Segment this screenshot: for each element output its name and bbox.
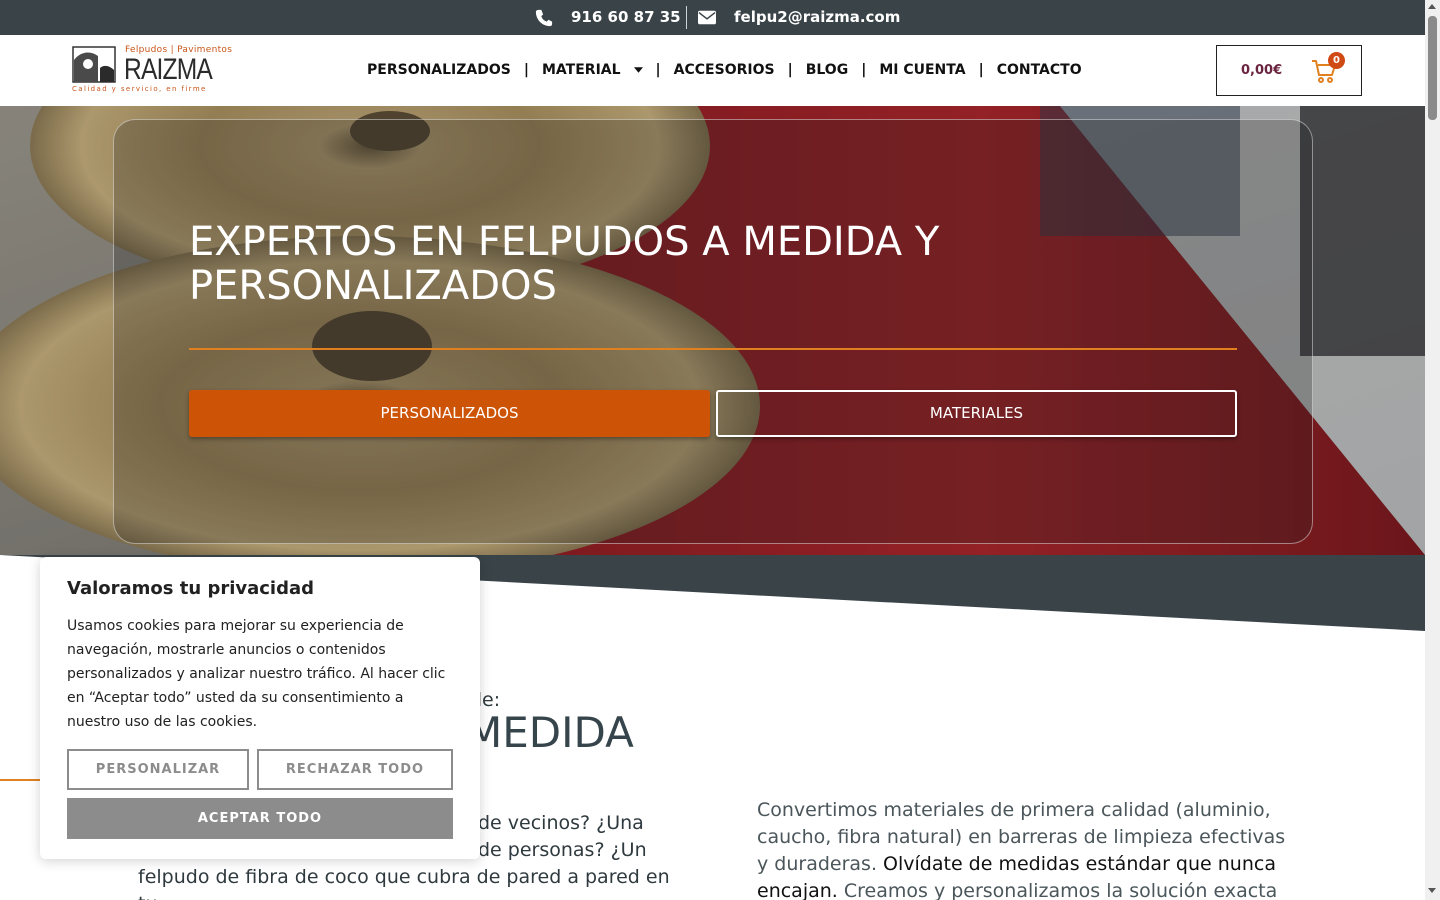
left-text-line-3: felpudo de fibra de coco que cubra de pa… xyxy=(138,866,670,900)
intro-right-text: Convertimos materiales de primera calida… xyxy=(757,797,1287,900)
cart-count-badge: 0 xyxy=(1328,52,1345,69)
cookie-accept-button[interactable]: ACEPTAR TODO xyxy=(67,798,453,839)
section-title: MEDIDA xyxy=(466,708,634,757)
chevron-down-icon xyxy=(633,67,643,73)
right-text-c: Creamos y personalizamos la solución exa… xyxy=(843,880,1278,900)
main-nav: PERSONALIZADOS | MATERIAL | ACCESORIOS |… xyxy=(367,62,1082,78)
hero-title-underline xyxy=(189,348,1237,350)
nav-separator: | xyxy=(861,62,867,78)
scroll-down-arrow-icon[interactable] xyxy=(1428,888,1436,893)
materiales-button[interactable]: MATERIALES xyxy=(716,390,1237,437)
phone-link[interactable]: 916 60 87 35 xyxy=(571,8,681,26)
page-scrollbar[interactable] xyxy=(1425,0,1440,900)
nav-separator: | xyxy=(978,62,984,78)
hero-glass-panel xyxy=(113,119,1313,544)
cookie-consent-banner: Valoramos tu privacidad Usamos cookies p… xyxy=(40,557,480,859)
nav-item-blog[interactable]: BLOG xyxy=(806,62,849,78)
logo-mark xyxy=(72,46,116,83)
nav-separator: | xyxy=(523,62,529,78)
nav-separator: | xyxy=(655,62,661,78)
cookie-reject-button[interactable]: RECHAZAR TODO xyxy=(257,749,453,790)
hero-section xyxy=(0,106,1425,555)
nav-separator: | xyxy=(787,62,793,78)
cookie-title: Valoramos tu privacidad xyxy=(67,578,315,599)
site-header: Felpudos | Pavimentos RAIZMA Calidad y s… xyxy=(0,35,1425,106)
logo-tagline: Calidad y servicio, en firme xyxy=(72,85,207,93)
nav-item-personalizados[interactable]: PERSONALIZADOS xyxy=(367,62,511,78)
hero-title: EXPERTOS EN FELPUDOS A MEDIDA Y PERSONAL… xyxy=(189,219,940,309)
mail-icon xyxy=(698,10,716,25)
nav-item-mi-cuenta[interactable]: MI CUENTA xyxy=(879,62,965,78)
personalizados-button[interactable]: PERSONALIZADOS xyxy=(189,390,710,437)
scrollbar-thumb[interactable] xyxy=(1428,16,1437,120)
cart-button[interactable]: 0,00€ 0 xyxy=(1216,45,1362,96)
cookie-body: Usamos cookies para mejorar su experienc… xyxy=(67,618,446,730)
top-contact-bar: 916 60 87 35 felpu2@raizma.com xyxy=(0,0,1425,35)
cart-amount: 0,00€ xyxy=(1241,63,1283,78)
nav-item-accesorios[interactable]: ACCESORIOS xyxy=(674,62,775,78)
nav-item-material-label: MATERIAL xyxy=(542,62,621,78)
logo-brand: RAIZMA xyxy=(124,53,213,86)
scroll-up-arrow-icon[interactable] xyxy=(1428,4,1436,9)
cookie-customize-button[interactable]: PERSONALIZAR xyxy=(67,749,249,790)
nav-item-contacto[interactable]: CONTACTO xyxy=(997,62,1082,78)
divider xyxy=(686,6,687,29)
site-logo[interactable]: Felpudos | Pavimentos RAIZMA Calidad y s… xyxy=(72,45,232,95)
nav-item-material[interactable]: MATERIAL xyxy=(542,62,643,78)
phone-icon xyxy=(535,9,553,27)
email-link[interactable]: felpu2@raizma.com xyxy=(734,8,900,26)
